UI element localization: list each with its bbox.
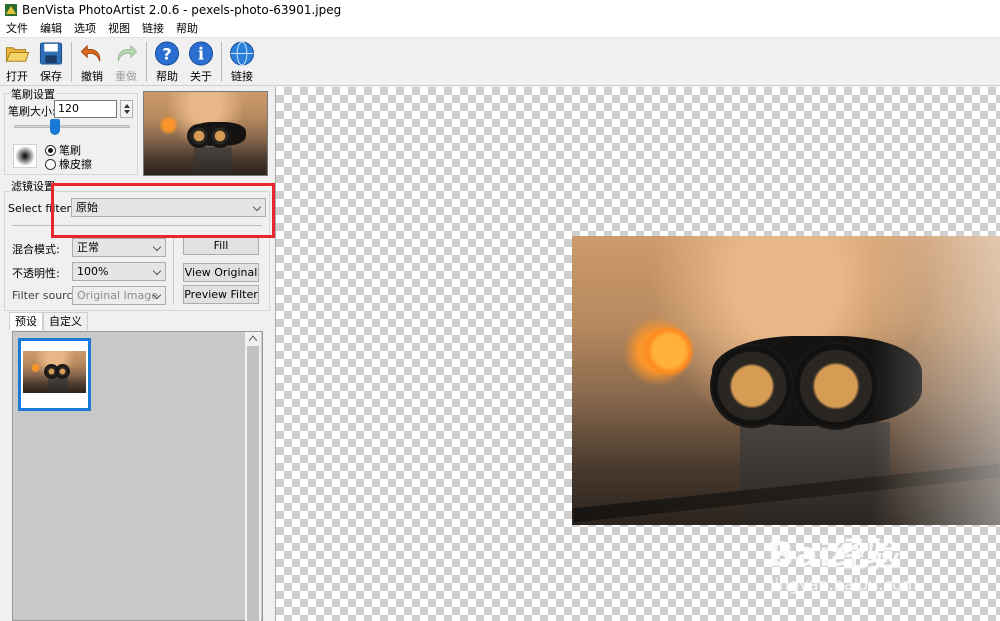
filter-source-value: Original Image xyxy=(77,289,158,302)
folder-open-icon xyxy=(5,47,30,62)
menu-view[interactable]: 视图 xyxy=(102,20,136,38)
brush-size-spinner[interactable] xyxy=(120,100,133,118)
help-label: 帮助 xyxy=(156,70,178,83)
preset-tabs: 预设 自定义 xyxy=(9,312,88,330)
save-button[interactable]: 保存 xyxy=(34,38,68,84)
brush-size-slider-track[interactable] xyxy=(14,125,130,128)
spin-up-icon xyxy=(124,104,130,108)
toolbar-separator xyxy=(71,42,72,82)
photo-lens xyxy=(210,126,230,146)
eraser-mode-label: 橡皮擦 xyxy=(59,158,92,171)
image-preview-thumbnail[interactable] xyxy=(143,91,268,176)
open-button[interactable]: 打开 xyxy=(0,38,34,84)
svg-text:i: i xyxy=(198,44,204,63)
canvas-image[interactable] xyxy=(572,236,1000,525)
menu-help[interactable]: 帮助 xyxy=(170,20,204,38)
photo-lens xyxy=(57,366,68,377)
toolbar-separator xyxy=(221,42,222,82)
chevron-down-icon xyxy=(152,242,162,252)
menu-options[interactable]: 选项 xyxy=(68,20,102,38)
question-mark-icon: ? xyxy=(154,41,180,66)
chevron-down-icon xyxy=(152,266,162,276)
preset-scrollbar[interactable] xyxy=(245,332,261,621)
redo-arrow-icon xyxy=(117,44,138,62)
link-button[interactable]: 链接 xyxy=(225,38,259,84)
opacity-label: 不透明性: xyxy=(12,267,60,280)
buttons-divider xyxy=(173,235,174,305)
undo-arrow-icon xyxy=(80,44,101,62)
save-label: 保存 xyxy=(40,70,62,83)
tab-custom[interactable]: 自定义 xyxy=(43,312,88,330)
watermark-main: Bai经验 xyxy=(768,535,902,575)
preset-thumbnail xyxy=(23,351,86,393)
photo-lens xyxy=(712,346,792,426)
floppy-disk-icon xyxy=(39,42,63,65)
redo-button[interactable]: 重做 xyxy=(109,38,143,84)
photo-lens xyxy=(46,366,57,377)
tab-presets[interactable]: 预设 xyxy=(9,312,43,330)
watermark-url: jingyan.baidu.com xyxy=(770,575,918,594)
preset-item-selected[interactable] xyxy=(18,338,91,411)
preview-filter-button[interactable]: Preview Filter xyxy=(183,285,259,304)
app-icon xyxy=(5,4,17,16)
view-original-button[interactable]: View Original xyxy=(183,263,259,282)
opacity-value: 100% xyxy=(77,265,109,278)
svg-text:?: ? xyxy=(162,44,171,63)
globe-icon xyxy=(229,41,255,66)
photo-block xyxy=(194,147,232,175)
photo-lens xyxy=(794,344,878,428)
undo-button[interactable]: 撤销 xyxy=(75,38,109,84)
photo-lens xyxy=(189,126,209,146)
filter-settings-label: 滤镜设置 xyxy=(10,178,56,194)
toolbar: 打开 保存 撤销 重做 ? 帮助 i 关于 链接 xyxy=(0,38,1000,86)
info-icon: i xyxy=(188,41,214,66)
title-bar: BenVista PhotoArtist 2.0.6 - pexels-phot… xyxy=(0,0,1000,20)
about-button[interactable]: i 关于 xyxy=(184,38,218,84)
menu-file[interactable]: 文件 xyxy=(0,20,34,38)
brush-size-slider-thumb[interactable] xyxy=(49,119,60,135)
window-title: BenVista PhotoArtist 2.0.6 - pexels-phot… xyxy=(22,3,342,17)
menu-link[interactable]: 链接 xyxy=(136,20,170,38)
scroll-up-icon[interactable] xyxy=(249,335,257,341)
scroll-thumb[interactable] xyxy=(247,346,259,621)
eraser-mode-radio[interactable]: 橡皮擦 xyxy=(45,156,92,172)
brush-preview-icon xyxy=(13,144,37,168)
help-button[interactable]: ? 帮助 xyxy=(150,38,184,84)
photo-bokeh-orange xyxy=(644,326,694,376)
blend-mode-value: 正常 xyxy=(77,241,99,254)
radio-unselected-icon xyxy=(45,158,56,170)
blend-mode-label: 混合模式: xyxy=(12,243,60,256)
brush-settings-label: 笔刷设置 xyxy=(10,86,56,102)
brush-size-input[interactable]: 120 xyxy=(54,100,117,118)
settings-panel: 笔刷设置 笔刷大小: 120 笔刷 橡皮擦 滤镜设置 Select filter… xyxy=(0,86,273,621)
undo-label: 撤销 xyxy=(81,70,103,83)
redo-label: 重做 xyxy=(115,70,137,83)
spin-down-icon xyxy=(124,110,130,114)
highlight-box xyxy=(51,183,275,238)
menu-bar: 文件 编辑 选项 视图 链接 帮助 xyxy=(0,20,1000,38)
fill-button[interactable]: Fill xyxy=(183,236,259,255)
toolbar-separator xyxy=(146,42,147,82)
photo-block xyxy=(48,377,68,393)
baidu-watermark: Bai经验 jingyan.baidu.com xyxy=(768,512,968,594)
photo-fog-overlay xyxy=(872,236,1000,525)
link-label: 链接 xyxy=(231,70,253,83)
radio-selected-icon xyxy=(45,144,56,156)
about-label: 关于 xyxy=(190,70,212,83)
opacity-dropdown[interactable]: 100% xyxy=(72,262,166,281)
open-label: 打开 xyxy=(6,70,28,83)
blend-mode-dropdown[interactable]: 正常 xyxy=(72,238,166,257)
menu-edit[interactable]: 编辑 xyxy=(34,20,68,38)
brush-size-label: 笔刷大小: xyxy=(8,105,56,118)
filter-source-dropdown[interactable]: Original Image xyxy=(72,286,166,305)
photo-block xyxy=(740,422,890,525)
